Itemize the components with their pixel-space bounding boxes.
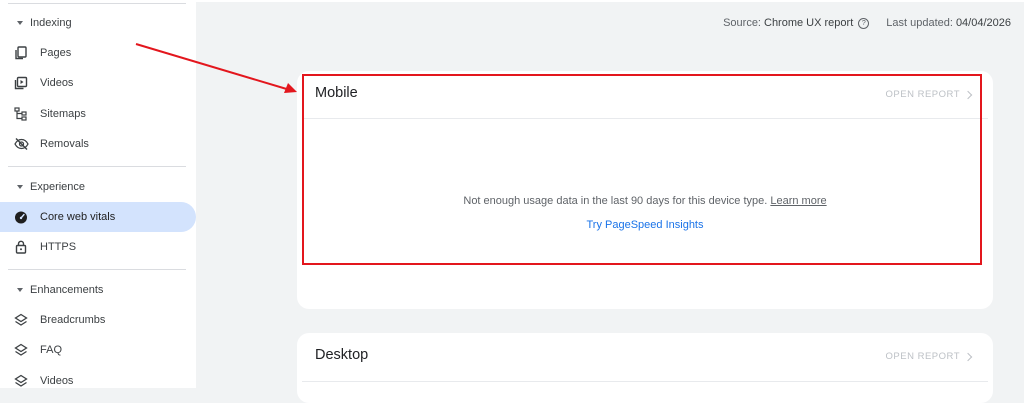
- sidebar-item-pages[interactable]: Pages: [0, 38, 196, 68]
- help-icon[interactable]: ?: [858, 17, 870, 29]
- sidebar-divider: [8, 166, 186, 167]
- card-title-desktop: Desktop: [315, 347, 369, 363]
- section-indexing[interactable]: Indexing: [0, 10, 72, 36]
- updated-value: 04/04/2026: [955, 17, 1011, 29]
- caret-down-icon: [17, 185, 23, 189]
- sidebar-divider: [8, 269, 186, 270]
- speedometer-icon: [13, 209, 29, 225]
- updated-label: Last updated:: [886, 17, 953, 29]
- sidebar-item-label: Breadcrumbs: [40, 314, 106, 326]
- sidebar-item-label: Core web vitals: [40, 211, 116, 223]
- sidebar-item-videos-enhancement[interactable]: Videos: [0, 366, 196, 396]
- layers-icon: [13, 373, 29, 389]
- section-title-indexing: Indexing: [30, 17, 72, 29]
- sidebar-item-removals[interactable]: Removals: [0, 129, 196, 159]
- section-experience[interactable]: Experience: [0, 174, 85, 200]
- sidebar-item-faq[interactable]: FAQ: [0, 335, 196, 365]
- sidebar-item-label: HTTPS: [40, 241, 77, 253]
- layers-icon: [13, 312, 29, 328]
- card-divider: [302, 381, 988, 382]
- section-title-enhancements: Enhancements: [30, 284, 104, 296]
- sidebar-item-label: Sitemaps: [40, 108, 86, 120]
- caret-down-icon: [17, 21, 23, 25]
- open-report-label: OPEN REPORT: [885, 351, 960, 362]
- annotation-highlight-box: [302, 74, 982, 265]
- chevron-right-icon: [963, 352, 973, 361]
- section-enhancements[interactable]: Enhancements: [0, 277, 103, 303]
- sidebar-item-videos[interactable]: Videos: [0, 68, 196, 98]
- section-title-experience: Experience: [30, 181, 86, 193]
- source-label: Source:: [723, 17, 761, 29]
- sidebar-divider: [8, 3, 186, 4]
- sidebar-item-label: Videos: [40, 77, 74, 89]
- sidebar-item-https[interactable]: HTTPS: [0, 232, 196, 262]
- sidebar-item-label: Removals: [40, 138, 89, 150]
- layers-icon: [13, 342, 29, 358]
- eye-off-icon: [13, 136, 29, 152]
- pages-icon: [13, 45, 29, 61]
- sidebar-item-label: Pages: [40, 47, 72, 59]
- video-icon: [13, 75, 29, 91]
- open-report-button[interactable]: OPEN REPORT: [885, 351, 973, 362]
- sidebar: Indexing Pages Videos Sitemaps Removals …: [0, 0, 196, 388]
- caret-down-icon: [17, 288, 23, 292]
- top-divider: [196, 0, 1024, 2]
- sidebar-item-sitemaps[interactable]: Sitemaps: [0, 99, 196, 129]
- report-meta: Source: Chrome UX report ? Last updated:…: [723, 17, 1011, 29]
- desktop-card: Desktop OPEN REPORT: [297, 333, 993, 403]
- lock-icon: [13, 239, 29, 255]
- sidebar-item-label: Videos: [40, 375, 74, 387]
- sitemap-icon: [13, 106, 29, 122]
- source-value: Chrome UX report: [764, 17, 854, 29]
- sidebar-item-breadcrumbs[interactable]: Breadcrumbs: [0, 305, 196, 335]
- sidebar-item-label: FAQ: [40, 344, 63, 356]
- sidebar-item-core-web-vitals[interactable]: Core web vitals: [0, 202, 196, 232]
